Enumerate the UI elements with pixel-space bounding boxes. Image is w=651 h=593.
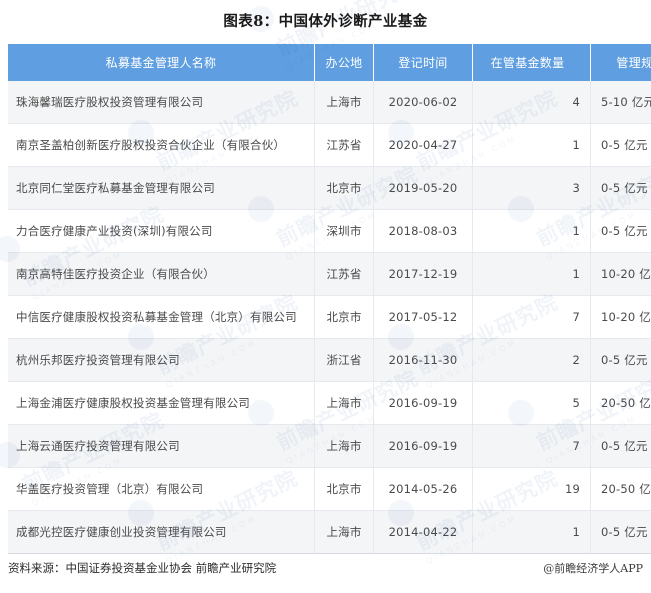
cell-management-scale: 0-5 亿元	[590, 510, 651, 554]
table-row[interactable]: 华盖医疗投资管理（北京）有限公司北京市2014-05-261920-50 亿元	[8, 467, 651, 511]
cell-managed-fund-count: 1	[472, 209, 591, 253]
cell-office-location: 上海市	[314, 81, 374, 124]
cell-management-scale: 20-50 亿元	[590, 467, 651, 511]
cell-registration-date: 2017-05-12	[373, 295, 473, 339]
cell-fund-manager-name: 中信医疗健康股权投资私募基金管理（北京）有限公司	[8, 295, 315, 339]
cell-office-location: 深圳市	[314, 209, 374, 253]
cell-office-location: 北京市	[314, 467, 374, 511]
cell-management-scale: 5-10 亿元	[590, 81, 651, 124]
cell-managed-fund-count: 7	[472, 295, 591, 339]
source-note: 资料来源：中国证券投资基金业协会 前瞻产业研究院	[8, 561, 277, 575]
attribution: @前瞻经济学人APP	[543, 562, 643, 575]
cell-fund-manager-name: 南京圣盖柏创新医疗股权投资合伙企业（有限合伙）	[8, 123, 315, 167]
cell-registration-date: 2018-08-03	[373, 209, 473, 253]
page-title: 图表8：中国体外诊断产业基金	[223, 13, 428, 30]
cell-managed-fund-count: 2	[472, 338, 591, 382]
table-body: 珠海馨瑞医疗股权投资管理有限公司 上海市 2020-06-02 4 5-10 亿元 南京圣…	[8, 81, 651, 554]
cell-registration-date: 2019-05-20	[373, 166, 473, 210]
cell-office-location: 北京市	[314, 166, 374, 210]
cell-office-location: 上海市	[314, 424, 374, 468]
cell-fund-manager-name: 成都光控医疗健康创业投资管理有限公司	[8, 510, 315, 554]
cell-management-scale: 0-5 亿元	[590, 166, 651, 210]
cell-managed-fund-count: 1	[472, 123, 591, 167]
cell-management-scale: 0-5 亿元	[590, 338, 651, 382]
cell-fund-manager-name: 上海云通医疗投资管理有限公司	[8, 424, 315, 468]
cell-fund-manager-name: 上海金浦医疗健康股权投资基金管理有限公司	[8, 381, 315, 425]
cell-registration-date: 2020-06-02	[373, 81, 473, 124]
footer: 资料来源：中国证券投资基金业协会 前瞻产业研究院 @前瞻经济学人APP	[8, 560, 643, 576]
cell-managed-fund-count: 5	[472, 381, 591, 425]
column-header-office-location[interactable]: 办公地	[314, 44, 374, 81]
cell-registration-date: 2016-09-19	[373, 424, 473, 468]
table-header: 私募基金管理人名称 办公地 登记时间 在管基金数量 管理规模	[8, 44, 651, 81]
table-row[interactable]: 上海金浦医疗健康股权投资基金管理有限公司 上海市 2016-09-19 5 20-50 …	[8, 381, 651, 425]
cell-registration-date: 2014-04-22	[373, 510, 473, 554]
cell-office-location: 江苏省	[314, 123, 374, 167]
table-row[interactable]: 珠海馨瑞医疗股权投资管理有限公司 上海市 2020-06-02 4 5-10 亿元	[8, 81, 651, 124]
cell-fund-manager-name: 杭州乐邦医疗投资管理有限公司	[8, 338, 315, 382]
table-row[interactable]: 上海云通医疗投资管理有限公司 上海市 2016-09-19 7 0-5 亿元	[8, 424, 651, 468]
cell-office-location: 上海市	[314, 510, 374, 554]
cell-registration-date: 2016-09-19	[373, 381, 473, 425]
cell-office-location: 北京市	[314, 295, 374, 339]
table-header-row: 私募基金管理人名称 办公地 登记时间 在管基金数量 管理规模	[8, 44, 651, 81]
fund-table-container: 私募基金管理人名称 办公地 登记时间 在管基金数量 管理规模 珠海馨瑞医疗股权投…	[8, 44, 651, 554]
cell-office-location: 上海市	[314, 381, 374, 425]
table-row[interactable]: 南京圣盖柏创新医疗股权投资合伙企业（有限合伙） 江苏省 2020-04-27 1 0-5…	[8, 123, 651, 167]
cell-registration-date: 2017-12-19	[373, 252, 473, 296]
cell-registration-date: 2014-05-26	[373, 467, 473, 511]
cell-registration-date: 2016-11-30	[373, 338, 473, 382]
cell-management-scale: 0-5 亿元	[590, 123, 651, 167]
fund-table: 私募基金管理人名称 办公地 登记时间 在管基金数量 管理规模 珠海馨瑞医疗股权投…	[8, 44, 651, 554]
cell-fund-manager-name: 南京高特佳医疗投资企业（有限合伙）	[8, 252, 315, 296]
column-header-management-scale[interactable]: 管理规模	[590, 44, 651, 81]
cell-fund-manager-name: 北京同仁堂医疗私募基金管理有限公司	[8, 166, 315, 210]
cell-office-location: 江苏省	[314, 252, 374, 296]
cell-managed-fund-count: 1	[472, 510, 591, 554]
cell-managed-fund-count: 4	[472, 81, 591, 124]
table-row[interactable]: 中信医疗健康股权投资私募基金管理（北京）有限公司 北京市 2017-05-12 7 10…	[8, 295, 651, 339]
table-row[interactable]: 成都光控医疗健康创业投资管理有限公司 上海市 2014-04-22 1 0-5 亿元	[8, 510, 651, 554]
cell-fund-manager-name: 珠海馨瑞医疗股权投资管理有限公司	[8, 81, 315, 124]
table-row[interactable]: 力合医疗健康产业投资(深圳)有限公司 深圳市 2018-08-03 1 0-5 亿元	[8, 209, 651, 253]
cell-management-scale: 10-20 亿元	[590, 252, 651, 296]
cell-office-location: 浙江省	[314, 338, 374, 382]
column-header-registration-date[interactable]: 登记时间	[373, 44, 473, 81]
cell-managed-fund-count: 1	[472, 252, 591, 296]
cell-managed-fund-count: 7	[472, 424, 591, 468]
cell-registration-date: 2020-04-27	[373, 123, 473, 167]
table-row[interactable]: 南京高特佳医疗投资企业（有限合伙）江苏省2017-12-19110-20 亿元	[8, 252, 651, 296]
cell-fund-manager-name: 力合医疗健康产业投资(深圳)有限公司	[8, 209, 315, 253]
cell-managed-fund-count: 3	[472, 166, 591, 210]
cell-management-scale: 0-5 亿元	[590, 424, 651, 468]
cell-management-scale: 0-5 亿元	[590, 209, 651, 253]
table-row[interactable]: 北京同仁堂医疗私募基金管理有限公司 北京市 2019-05-20 3 0-5 亿元	[8, 166, 651, 210]
cell-fund-manager-name: 华盖医疗投资管理（北京）有限公司	[8, 467, 315, 511]
column-header-managed-fund-count[interactable]: 在管基金数量	[472, 44, 591, 81]
column-header-fund-manager-name[interactable]: 私募基金管理人名称	[8, 44, 315, 81]
cell-management-scale: 10-20 亿元	[590, 295, 651, 339]
table-row[interactable]: 杭州乐邦医疗投资管理有限公司 浙江省 2016-11-30 2 0-5 亿元	[8, 338, 651, 382]
cell-management-scale: 20-50 亿元	[590, 381, 651, 425]
cell-managed-fund-count: 19	[472, 467, 591, 511]
